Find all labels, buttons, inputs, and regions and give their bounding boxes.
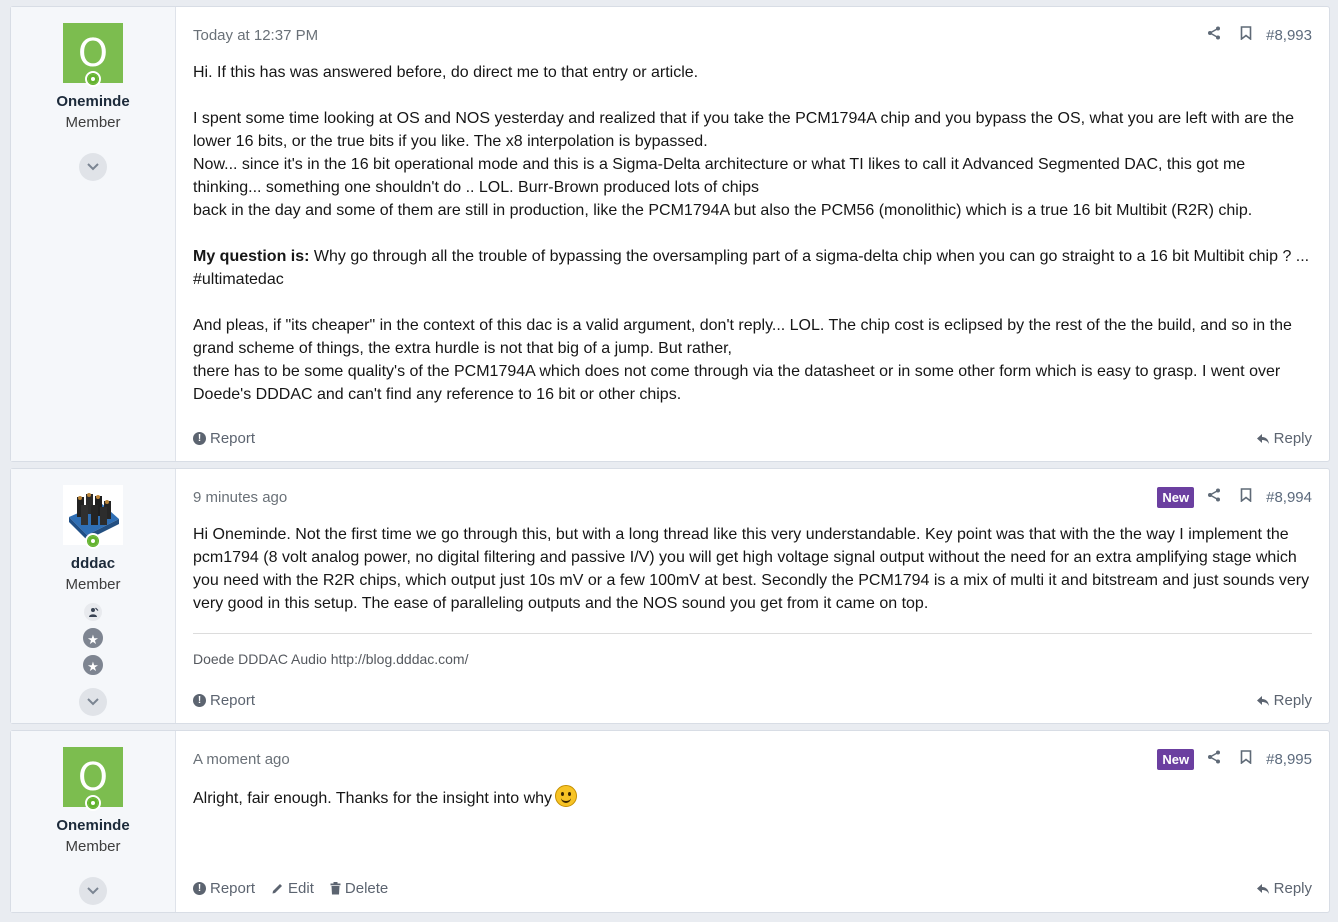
post-8994: dddac Member ★ ★ 9 minutes ago New #8,99… [10, 468, 1330, 724]
post-date[interactable]: A moment ago [193, 751, 290, 768]
question-text: Why go through all the trouble of bypass… [193, 248, 1310, 288]
online-status-icon [85, 71, 101, 87]
report-icon: ! [193, 694, 206, 707]
delete-button[interactable]: Delete [330, 880, 388, 897]
post-date[interactable]: Today at 12:37 PM [193, 27, 318, 44]
user-title: Member [65, 114, 121, 131]
star-trophy-icon[interactable]: ★ [83, 628, 103, 648]
body-paragraph: Alright, fair enough. Thanks for the ins… [193, 785, 1312, 810]
post-actions: New #8,995 [1157, 748, 1312, 770]
post-date[interactable]: 9 minutes ago [193, 489, 287, 506]
post-user-panel: O Oneminde Member [11, 7, 176, 461]
username[interactable]: dddac [71, 555, 115, 572]
body-paragraph: I spent some time looking at OS and NOS … [193, 110, 1295, 150]
reply-button[interactable]: Reply [1256, 430, 1312, 447]
chevron-down-icon [87, 887, 99, 895]
post-body: Alright, fair enough. Thanks for the ins… [193, 785, 1312, 810]
trash-icon [330, 882, 341, 895]
post-header: A moment ago New #8,995 [193, 748, 1312, 770]
avatar[interactable]: O [63, 747, 123, 811]
post-user-panel: O Oneminde Member [11, 731, 176, 912]
post-body: Hi. If this has was answered before, do … [193, 61, 1312, 406]
post-actions: New #8,994 [1157, 486, 1312, 508]
smiley-emoji-icon [555, 785, 578, 807]
username[interactable]: Oneminde [56, 817, 129, 834]
body-paragraph: Hi. If this has was answered before, do … [193, 64, 699, 81]
reply-label: Reply [1273, 430, 1312, 447]
reply-button[interactable]: Reply [1256, 880, 1312, 897]
online-status-icon [85, 795, 101, 811]
report-button[interactable]: ! Report [193, 430, 255, 447]
body-paragraph: Hi Oneminde. Not the first time we go th… [193, 526, 1310, 612]
reply-label: Reply [1273, 692, 1312, 709]
post-header: 9 minutes ago New #8,994 [193, 486, 1312, 508]
reply-icon [1256, 883, 1269, 894]
signature: Doede DDDAC Audio http://blog.dddac.com/ [193, 633, 1312, 667]
report-button[interactable]: ! Report [193, 880, 255, 897]
post-number-link[interactable]: #8,995 [1266, 751, 1312, 768]
bookmark-icon[interactable] [1230, 26, 1262, 44]
post-main: A moment ago New #8,995 Alright, fair en… [176, 731, 1329, 912]
pencil-icon [272, 884, 283, 894]
report-label: Report [210, 692, 256, 709]
report-label: Report [210, 430, 256, 447]
report-label: Report [210, 880, 256, 897]
chevron-down-icon [87, 698, 99, 706]
user-badge-icon[interactable] [84, 603, 102, 621]
new-badge: New [1157, 486, 1195, 508]
bookmark-icon[interactable] [1230, 488, 1262, 506]
post-footer: ! Report Edit Delete Reply [193, 880, 1312, 897]
expand-user-info-button[interactable] [79, 153, 107, 181]
reply-icon [1256, 695, 1269, 706]
post-footer: ! Report Reply [193, 692, 1312, 709]
report-icon: ! [193, 882, 206, 895]
post-main: 9 minutes ago New #8,994 Hi Oneminde. No… [176, 469, 1329, 723]
share-icon[interactable] [1198, 750, 1230, 768]
post-user-panel: dddac Member ★ ★ [11, 469, 176, 723]
body-paragraph: back in the day and some of them are sti… [193, 202, 1253, 219]
user-title: Member [65, 838, 121, 855]
expand-user-info-button[interactable] [79, 688, 107, 716]
body-paragraph: Now... since it's in the 16 bit operatio… [193, 156, 1246, 196]
new-badge: New [1157, 748, 1195, 770]
chevron-down-icon [87, 163, 99, 171]
share-icon[interactable] [1198, 488, 1230, 506]
star-trophy-icon[interactable]: ★ [83, 655, 103, 675]
post-actions: #8,993 [1198, 26, 1312, 44]
delete-label: Delete [344, 880, 389, 897]
post-8993: O Oneminde Member Today at 12:37 PM #8,9… [10, 6, 1330, 462]
body-paragraph: My question is: Why go through all the t… [193, 245, 1312, 291]
post-footer: ! Report Reply [193, 430, 1312, 447]
edit-label: Edit [288, 880, 314, 897]
user-title: Member [65, 576, 121, 593]
post-8995: O Oneminde Member A moment ago New #8,99… [10, 730, 1330, 913]
username[interactable]: Oneminde [56, 93, 129, 110]
online-status-icon [85, 533, 101, 549]
post-header: Today at 12:37 PM #8,993 [193, 25, 1312, 45]
avatar[interactable] [63, 485, 123, 549]
expand-user-info-button[interactable] [79, 877, 107, 905]
body-text: Alright, fair enough. Thanks for the ins… [193, 790, 553, 807]
bookmark-icon[interactable] [1230, 750, 1262, 768]
reply-label: Reply [1273, 880, 1312, 897]
reply-button[interactable]: Reply [1256, 692, 1312, 709]
avatar[interactable]: O [63, 23, 123, 87]
body-paragraph: there has to be some quality's of the PC… [193, 363, 1281, 403]
post-main: Today at 12:37 PM #8,993 Hi. If this has… [176, 7, 1329, 461]
post-number-link[interactable]: #8,994 [1266, 489, 1312, 506]
edit-button[interactable]: Edit [271, 880, 314, 897]
body-paragraph: And pleas, if "its cheaper" in the conte… [193, 317, 1292, 357]
question-label: My question is: [193, 248, 310, 265]
post-number-link[interactable]: #8,993 [1266, 27, 1312, 44]
share-icon[interactable] [1198, 26, 1230, 44]
report-button[interactable]: ! Report [193, 692, 255, 709]
report-icon: ! [193, 432, 206, 445]
reply-icon [1256, 433, 1269, 444]
post-body: Hi Oneminde. Not the first time we go th… [193, 523, 1312, 615]
